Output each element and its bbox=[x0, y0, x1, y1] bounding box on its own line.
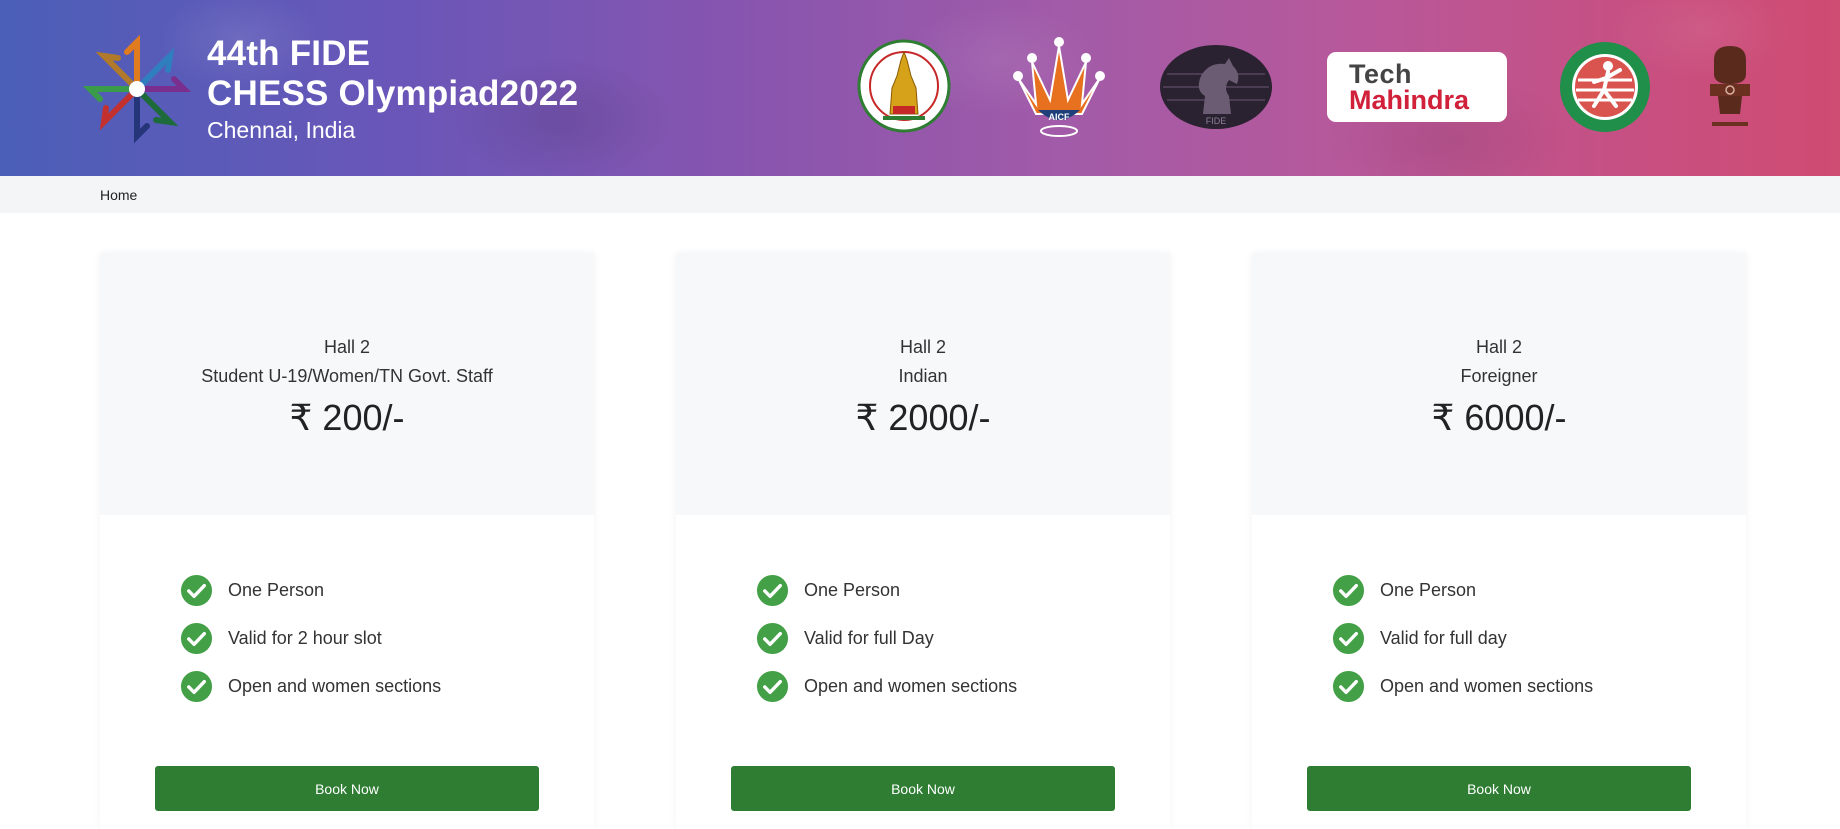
feature-item: One Person bbox=[756, 573, 900, 607]
feature-item: Open and women sections bbox=[1332, 669, 1593, 703]
breadcrumb: Home bbox=[0, 176, 1840, 213]
card-hall: Hall 2 bbox=[899, 337, 947, 357]
book-now-button[interactable]: Book Now bbox=[155, 766, 539, 811]
feature-item: Open and women sections bbox=[180, 669, 441, 703]
card-category: Student U-19/Women/TN Govt. Staff bbox=[201, 366, 493, 386]
feature-text: Valid for full day bbox=[1380, 627, 1507, 648]
feature-text: One Person bbox=[804, 579, 901, 600]
aicf-text: AICF bbox=[1049, 112, 1070, 122]
check-circle-icon bbox=[180, 622, 213, 654]
card-header: Hall 2 Indian ₹ 2000/- bbox=[676, 253, 1170, 515]
check-circle-icon bbox=[180, 670, 213, 702]
aicf-logo-icon: AICF bbox=[1013, 37, 1105, 137]
card-header: Hall 2 Student U-19/Women/TN Govt. Staff… bbox=[100, 253, 594, 515]
tamil-nadu-emblem-icon bbox=[857, 39, 951, 133]
pricing-card-student: Hall 2 Student U-19/Women/TN Govt. Staff… bbox=[100, 253, 594, 829]
feature-item: Open and women sections bbox=[756, 669, 1017, 703]
event-title-line1: 44th FIDE bbox=[207, 34, 371, 73]
check-circle-icon bbox=[1332, 574, 1365, 606]
card-price: ₹ 200/- bbox=[289, 397, 405, 438]
header-banner: 44th FIDE CHESS Olympiad2022 Chennai, In… bbox=[0, 0, 1840, 176]
feature-text: Open and women sections bbox=[228, 675, 442, 696]
book-now-button[interactable]: Book Now bbox=[1307, 766, 1691, 811]
feature-text: Open and women sections bbox=[1380, 675, 1594, 696]
tech-mahindra-line1: Tech bbox=[1349, 59, 1413, 89]
check-circle-icon bbox=[1332, 622, 1365, 654]
check-circle-icon bbox=[756, 574, 789, 606]
feature-item: Valid for 2 hour slot bbox=[180, 621, 382, 655]
national-emblem-icon bbox=[1710, 46, 1750, 126]
card-header: Hall 2 Foreigner ₹ 6000/- bbox=[1252, 253, 1746, 515]
sdat-logo-icon bbox=[1560, 42, 1650, 132]
check-circle-icon bbox=[180, 574, 213, 606]
feature-text: Open and women sections bbox=[804, 675, 1018, 696]
check-circle-icon bbox=[756, 670, 789, 702]
card-price: ₹ 6000/- bbox=[1431, 397, 1567, 438]
olympiad-logo-icon[interactable] bbox=[82, 34, 192, 144]
pricing-card-indian: Hall 2 Indian ₹ 2000/- One Person Valid … bbox=[676, 253, 1170, 829]
card-category: Foreigner bbox=[1460, 366, 1538, 386]
card-price: ₹ 2000/- bbox=[855, 397, 991, 438]
tech-mahindra-logo: Tech Mahindra bbox=[1327, 52, 1507, 122]
book-now-button[interactable]: Book Now bbox=[731, 766, 1115, 811]
card-hall: Hall 2 bbox=[323, 337, 371, 357]
event-title-line2: CHESS Olympiad2022 bbox=[207, 74, 579, 113]
check-circle-icon bbox=[1332, 670, 1365, 702]
feature-text: Valid for 2 hour slot bbox=[228, 627, 382, 648]
check-circle-icon bbox=[756, 622, 789, 654]
card-category: Indian bbox=[898, 366, 948, 386]
fide-text: FIDE bbox=[1206, 116, 1227, 126]
card-hall: Hall 2 bbox=[1475, 337, 1523, 357]
event-location: Chennai, India bbox=[207, 117, 356, 143]
feature-item: One Person bbox=[180, 573, 324, 607]
fide-logo-icon: FIDE bbox=[1160, 45, 1272, 129]
feature-text: One Person bbox=[228, 579, 325, 600]
feature-item: One Person bbox=[1332, 573, 1476, 607]
feature-item: Valid for full day bbox=[1332, 621, 1507, 655]
feature-item: Valid for full Day bbox=[756, 621, 934, 655]
pricing-card-foreigner: Hall 2 Foreigner ₹ 6000/- One Person Val… bbox=[1252, 253, 1746, 829]
tech-mahindra-line2: Mahindra bbox=[1349, 85, 1470, 115]
feature-text: One Person bbox=[1380, 579, 1477, 600]
feature-text: Valid for full Day bbox=[804, 627, 934, 648]
breadcrumb-home-link[interactable]: Home bbox=[100, 187, 137, 203]
